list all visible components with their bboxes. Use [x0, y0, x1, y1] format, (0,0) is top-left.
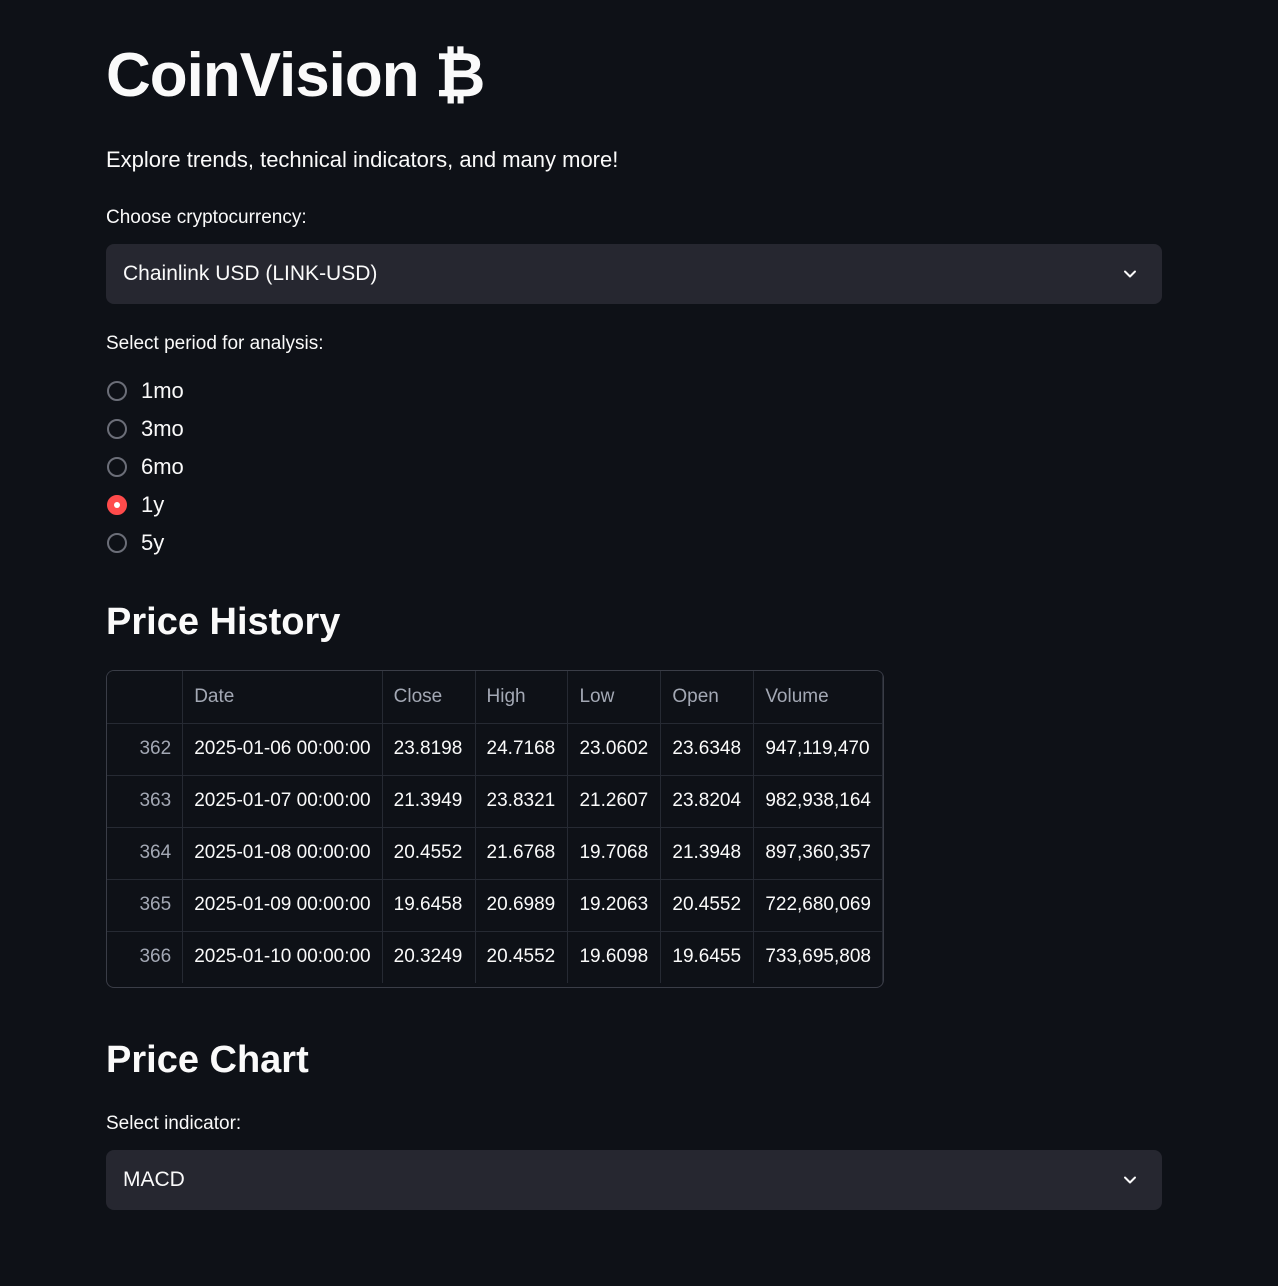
- table-cell: 20.3249: [382, 931, 476, 983]
- radio-label: 5y: [141, 530, 165, 555]
- table-cell: 20.4552: [660, 879, 755, 932]
- table-cell: 21.3949: [382, 775, 476, 828]
- radio-label: 1mo: [141, 378, 184, 403]
- table-cell: 21.3948: [660, 827, 755, 880]
- table-cell: 19.2063: [567, 879, 662, 932]
- table-cell: 23.8321: [475, 775, 569, 828]
- table-cell: 2025-01-09 00:00:00: [182, 879, 383, 932]
- table-cell: 23.0602: [567, 723, 662, 776]
- row-index: 362: [107, 723, 184, 776]
- row-index: 365: [107, 879, 184, 932]
- radio-label: 6mo: [141, 454, 184, 479]
- table-row[interactable]: 364 2025-01-08 00:00:00 20.4552 21.6768 19.7…: [107, 827, 883, 880]
- radio-button[interactable]: [107, 457, 127, 477]
- table-row[interactable]: 365 2025-01-09 00:00:00 19.6458 20.6989 19.2…: [107, 879, 883, 932]
- table-cell: 21.6768: [475, 827, 569, 880]
- radio-button[interactable]: [107, 419, 127, 439]
- table-cell: 982,938,164: [753, 775, 883, 828]
- app-root: CoinVision ₿ Explore trends, technical i…: [0, 0, 1278, 1286]
- column-header[interactable]: Open: [660, 671, 755, 724]
- table-cell: 897,360,357: [753, 827, 883, 880]
- column-header[interactable]: [107, 671, 184, 724]
- row-index: 363: [107, 775, 184, 828]
- column-header[interactable]: Date: [182, 671, 383, 724]
- table-cell: 2025-01-07 00:00:00: [182, 775, 383, 828]
- indicator-select[interactable]: MACD: [106, 1150, 1162, 1210]
- period-option-6mo[interactable]: 6mo: [106, 448, 184, 486]
- bitcoin-icon: ₿: [434, 41, 486, 110]
- table-row[interactable]: 363 2025-01-07 00:00:00 21.3949 23.8321 21.2…: [107, 775, 883, 828]
- chevron-down-icon: [1124, 270, 1136, 278]
- period-label: Select period for analysis:: [106, 333, 324, 354]
- table-cell: 2025-01-06 00:00:00: [182, 723, 383, 776]
- table-header-row: Date Close High Low Open Volume: [107, 671, 883, 724]
- radio-label: 1y: [141, 492, 165, 517]
- table-cell: 19.7068: [567, 827, 662, 880]
- table-cell: 947,119,470: [753, 723, 883, 776]
- column-header[interactable]: Low: [567, 671, 662, 724]
- price-history-table[interactable]: Date Close High Low Open Volume 362 2025-01-06…: [106, 670, 884, 988]
- table-cell: 722,680,069: [753, 879, 883, 932]
- table-cell: 2025-01-10 00:00:00: [182, 931, 383, 983]
- crypto-select[interactable]: Chainlink USD (LINK-USD): [106, 244, 1162, 304]
- table-cell: 23.6348: [660, 723, 755, 776]
- price-chart-heading: Price Chart: [106, 1039, 309, 1081]
- column-header[interactable]: Close: [382, 671, 476, 724]
- crypto-select-value: Chainlink USD (LINK-USD): [123, 262, 378, 285]
- period-option-1mo[interactable]: 1mo: [106, 372, 184, 410]
- column-header[interactable]: Volume: [753, 671, 883, 724]
- radio-label: 3mo: [141, 416, 184, 441]
- period-radio-group: 1mo 3mo 6mo 1y 5y: [106, 372, 184, 562]
- table-cell: 23.8198: [382, 723, 476, 776]
- table-cell: 21.2607: [567, 775, 662, 828]
- table-row[interactable]: 366 2025-01-10 00:00:00 20.3249 20.4552 19.6…: [107, 931, 883, 983]
- period-option-5y[interactable]: 5y: [106, 524, 184, 562]
- table-cell: 20.4552: [475, 931, 569, 983]
- page-subtitle: Explore trends, technical indicators, an…: [106, 147, 619, 172]
- table-cell: 24.7168: [475, 723, 569, 776]
- row-index: 364: [107, 827, 184, 880]
- crypto-select-label: Choose cryptocurrency:: [106, 207, 307, 228]
- table-cell: 19.6458: [382, 879, 476, 932]
- radio-button[interactable]: [107, 533, 127, 553]
- table-body: 362 2025-01-06 00:00:00 23.8198 24.7168 23.0…: [107, 723, 883, 983]
- radio-button[interactable]: [107, 495, 127, 515]
- indicator-select-value: MACD: [123, 1168, 185, 1191]
- page-title-text: CoinVision: [106, 41, 420, 110]
- page-title: CoinVision ₿: [106, 36, 486, 116]
- table-row[interactable]: 362 2025-01-06 00:00:00 23.8198 24.7168 23.0…: [107, 723, 883, 776]
- table-cell: 733,695,808: [753, 931, 883, 983]
- table-cell: 2025-01-08 00:00:00: [182, 827, 383, 880]
- radio-button[interactable]: [107, 381, 127, 401]
- table-cell: 19.6098: [567, 931, 662, 983]
- row-index: 366: [107, 931, 184, 983]
- column-header[interactable]: High: [475, 671, 569, 724]
- indicator-select-label: Select indicator:: [106, 1113, 242, 1134]
- table-cell: 20.6989: [475, 879, 569, 932]
- table-cell: 20.4552: [382, 827, 476, 880]
- table-cell: 23.8204: [660, 775, 755, 828]
- chevron-down-icon: [1124, 1176, 1136, 1184]
- price-history-heading: Price History: [106, 601, 341, 643]
- period-option-1y[interactable]: 1y: [106, 486, 184, 524]
- table-cell: 19.6455: [660, 931, 755, 983]
- period-option-3mo[interactable]: 3mo: [106, 410, 184, 448]
